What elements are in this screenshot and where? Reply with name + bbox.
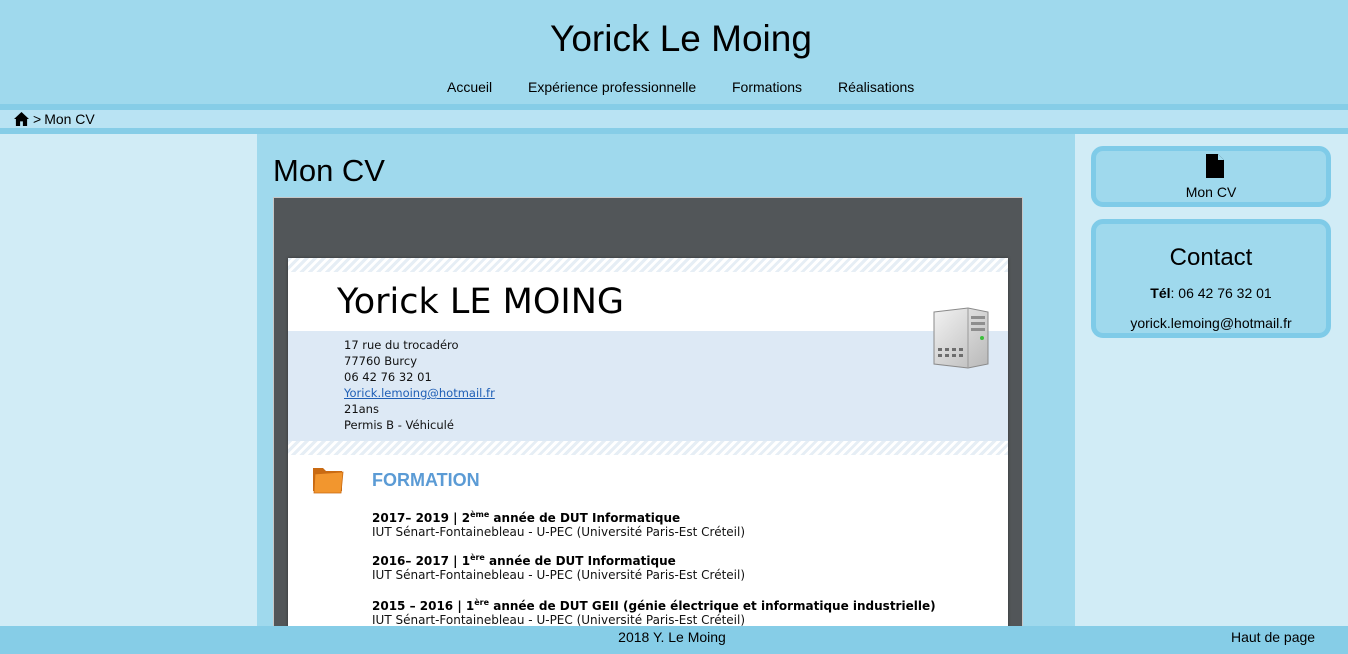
nav-item-formations[interactable]: Formations bbox=[732, 78, 802, 96]
pdf-page: Yorick LE MOING 17 rue du trocadéro 7776… bbox=[288, 258, 1008, 626]
contact-card: Contact Tél: 06 42 76 32 01 yorick.lemoi… bbox=[1091, 219, 1331, 338]
back-to-top-link[interactable]: Haut de page bbox=[1231, 628, 1315, 646]
right-sidebar: Mon CV Contact Tél: 06 42 76 32 01 yoric… bbox=[1075, 134, 1348, 626]
main-content: Mon CV Yorick LE MOING 17 rue du trocadé… bbox=[257, 134, 1075, 626]
cv-top-stripe bbox=[288, 258, 1008, 272]
cv-entry-school: IUT Sénart-Fontainebleau - U-PEC (Univer… bbox=[372, 568, 746, 582]
file-icon bbox=[1206, 154, 1224, 178]
contact-phone: Tél: 06 42 76 32 01 bbox=[1150, 285, 1272, 301]
contact-title: Contact bbox=[1169, 244, 1253, 271]
contact-email[interactable]: yorick.lemoing@hotmail.fr bbox=[1096, 314, 1326, 332]
cv-licence: Permis B - Véhiculé bbox=[344, 418, 454, 432]
breadcrumb-separator: > bbox=[33, 111, 42, 127]
cv-name: Yorick LE MOING bbox=[337, 282, 625, 322]
folder-icon bbox=[313, 468, 344, 494]
main-nav: Accueil Expérience professionnelle Forma… bbox=[0, 78, 1348, 96]
cv-address-city: 77760 Burcy bbox=[344, 354, 418, 368]
left-column bbox=[0, 134, 257, 626]
breadcrumb: > Mon CV bbox=[14, 111, 95, 127]
cv-address-band: 17 rue du trocadéro 77760 Burcy 06 42 76… bbox=[288, 331, 1008, 441]
cv-age: 21ans bbox=[344, 402, 379, 416]
nav-item-experience[interactable]: Expérience professionnelle bbox=[528, 78, 696, 96]
page-title: Mon CV bbox=[273, 153, 385, 188]
site-header: Yorick Le Moing Accueil Expérience profe… bbox=[0, 0, 1348, 104]
cv-address-street: 17 rue du trocadéro bbox=[344, 338, 459, 352]
cv-section-formation: FORMATION bbox=[372, 470, 480, 490]
site-title: Yorick Le Moing bbox=[550, 18, 812, 59]
home-icon[interactable] bbox=[14, 112, 29, 126]
footer-copyright: 2018 Y. Le Moing bbox=[618, 629, 726, 645]
pdf-viewer[interactable]: Yorick LE MOING 17 rue du trocadéro 7776… bbox=[273, 197, 1023, 626]
nav-item-realisations[interactable]: Réalisations bbox=[838, 78, 914, 96]
cv-card[interactable]: Mon CV bbox=[1091, 146, 1331, 207]
cv-email-link[interactable]: Yorick.lemoing@hotmail.fr bbox=[344, 385, 495, 401]
nav-item-accueil[interactable]: Accueil bbox=[447, 78, 492, 96]
cv-entry-school: IUT Sénart-Fontainebleau - U-PEC (Univer… bbox=[372, 525, 746, 539]
cv-card-label: Mon CV bbox=[1185, 184, 1237, 200]
breadcrumb-current: Mon CV bbox=[44, 111, 95, 127]
site-footer: 2018 Y. Le Moing Haut de page bbox=[0, 626, 1348, 654]
cv-phone: 06 42 76 32 01 bbox=[344, 370, 432, 384]
cv-mid-stripe bbox=[288, 441, 1008, 455]
cv-entry-school: IUT Sénart-Fontainebleau - U-PEC (Univer… bbox=[372, 613, 746, 626]
breadcrumb-bar bbox=[0, 110, 1348, 128]
computer-tower-icon bbox=[933, 307, 989, 369]
